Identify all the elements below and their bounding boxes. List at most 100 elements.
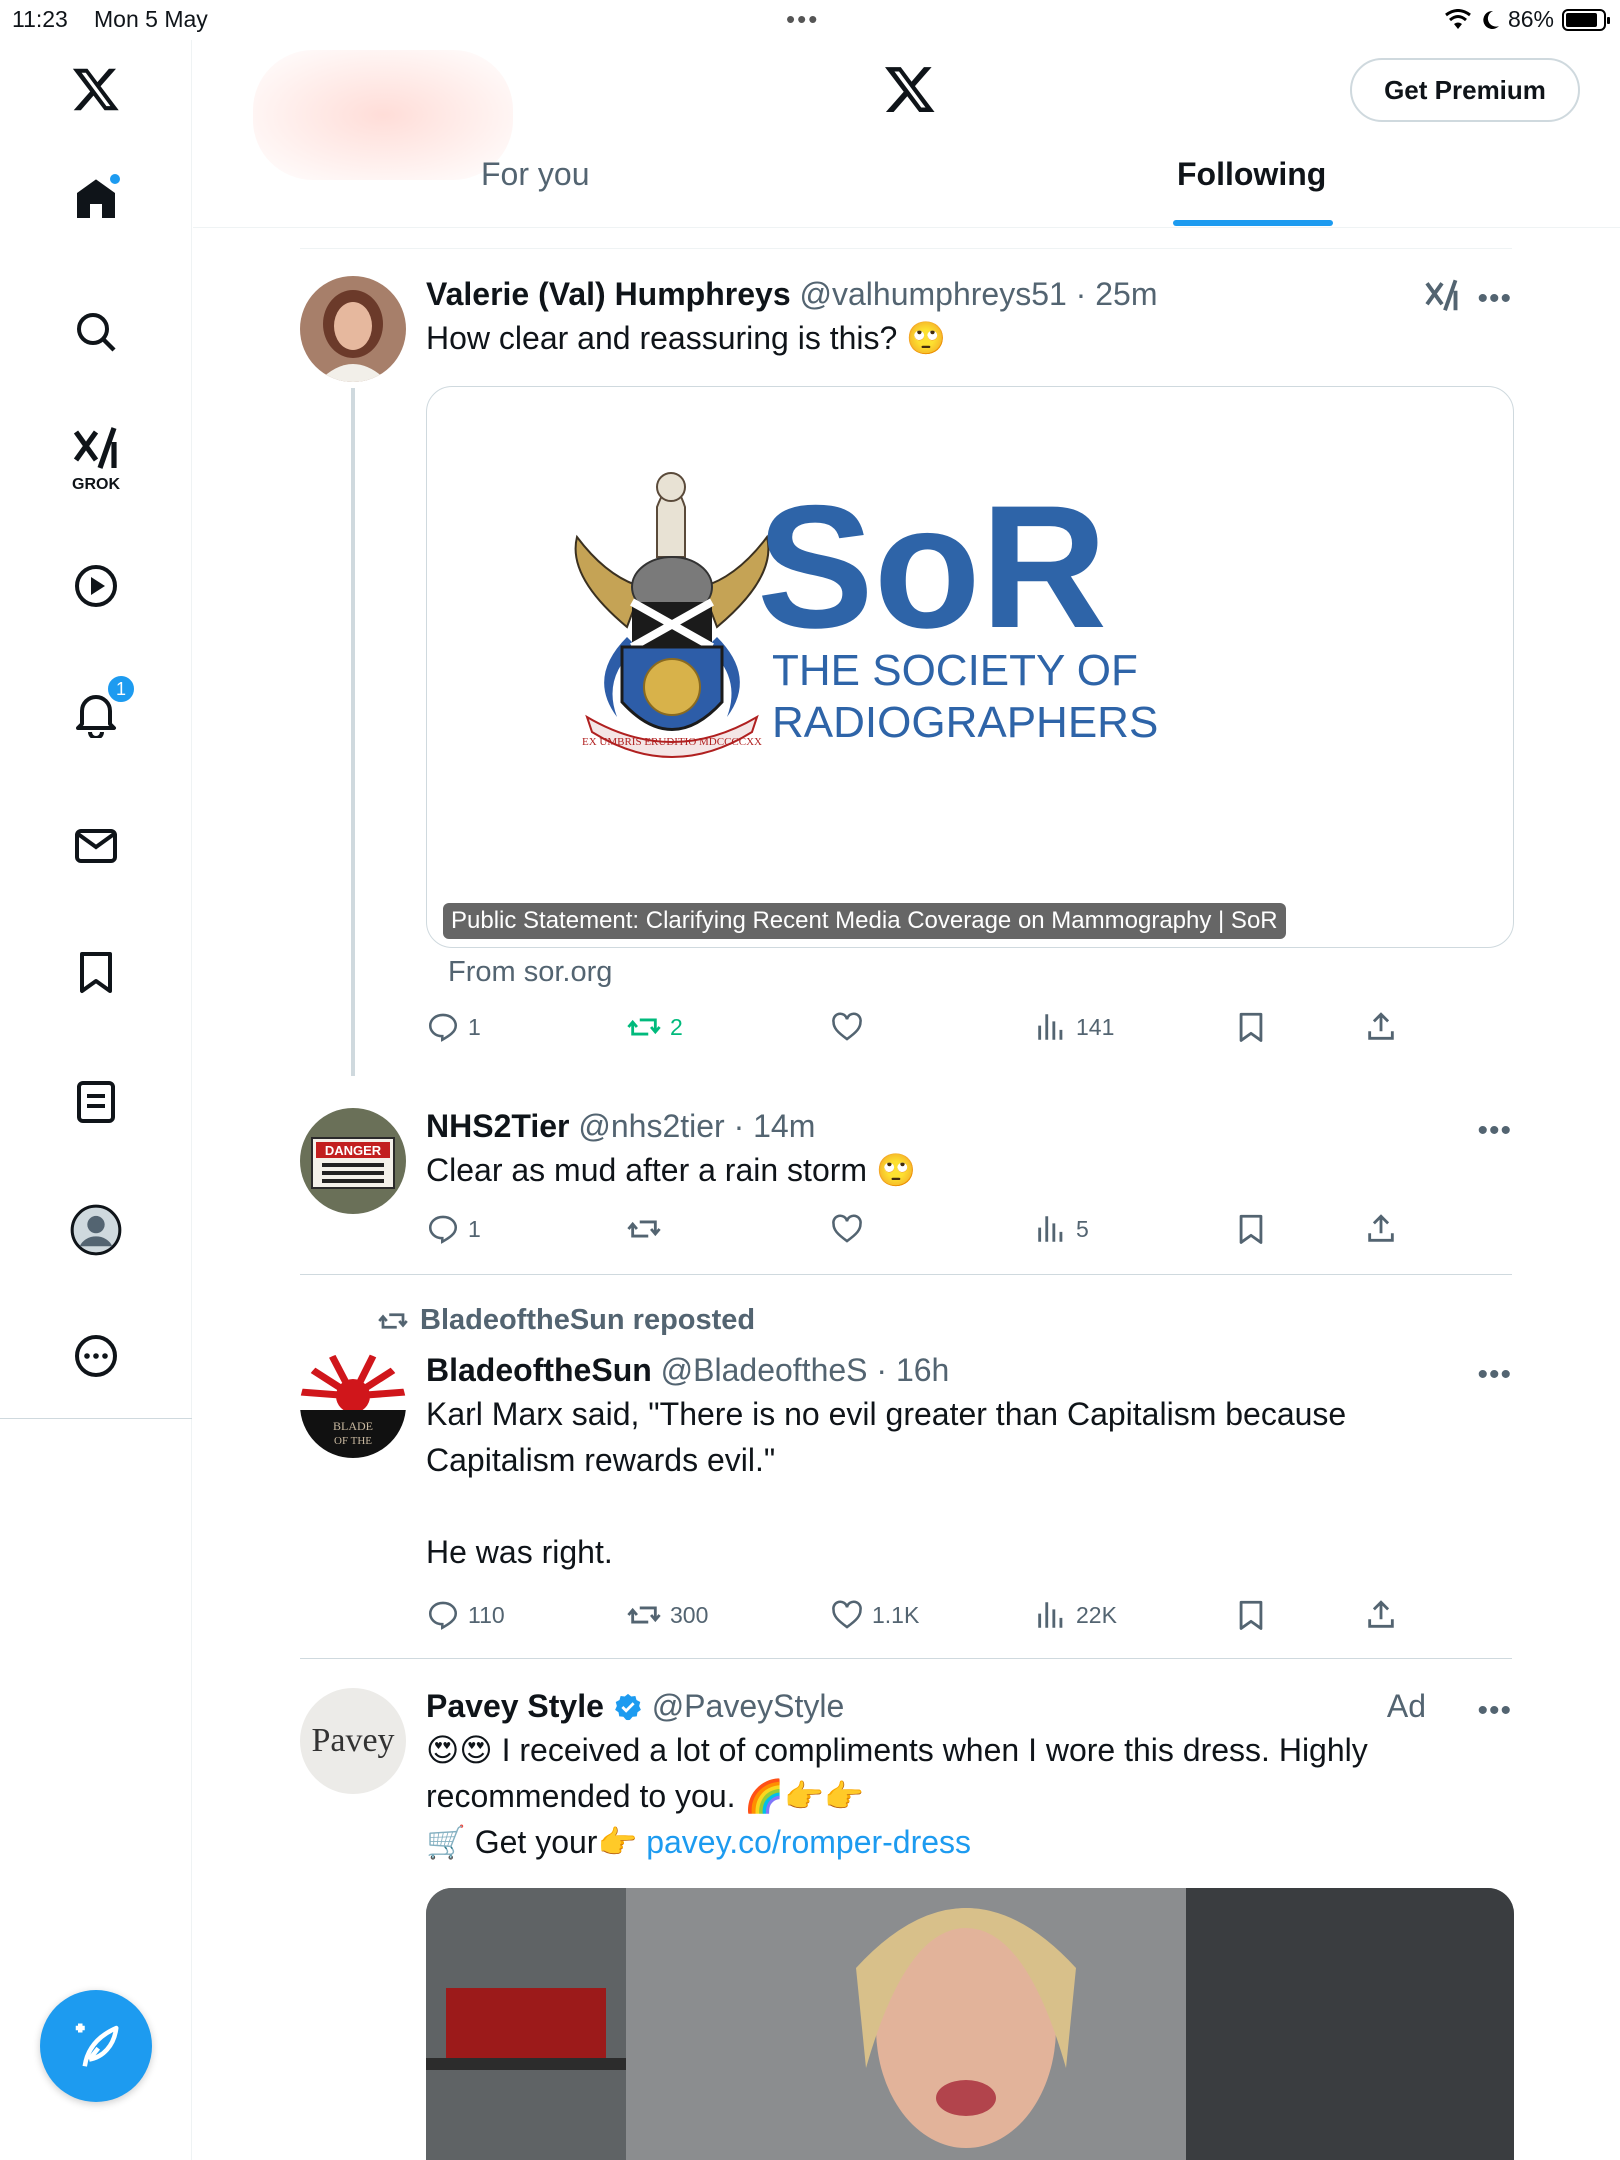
share-button[interactable]	[1364, 1010, 1398, 1044]
repost-context-label: BladeoftheSun reposted	[420, 1304, 756, 1336]
author-name[interactable]: NHS2Tier	[426, 1108, 569, 1144]
post-time[interactable]: 25m	[1095, 276, 1157, 312]
post-time[interactable]: 14m	[753, 1108, 815, 1144]
get-premium-button[interactable]: Get Premium	[1350, 58, 1580, 122]
more-options-icon[interactable]: •••	[1477, 1694, 1512, 1728]
heart-icon	[832, 1012, 862, 1041]
views-button[interactable]: 141	[1034, 1010, 1114, 1044]
ad-video-thumbnail	[426, 1888, 1514, 2160]
more-options-icon[interactable]: •••	[1477, 1358, 1512, 1392]
author-handle[interactable]: @nhs2tier	[578, 1108, 724, 1144]
sidebar-item-grok[interactable]: GROK	[46, 426, 146, 494]
like-button[interactable]	[830, 1010, 872, 1044]
x-logo-icon	[72, 68, 119, 111]
sor-logo-subtitle-2: RADIOGRAPHERS	[772, 698, 1158, 747]
sidebar-item-videos[interactable]	[46, 562, 146, 610]
post-bladeofthesun[interactable]: BLADE OF THE BladeoftheSun @BladeoftheS ·…	[300, 1352, 1512, 1612]
share-button[interactable]	[1364, 1598, 1398, 1632]
more-options-icon[interactable]: •••	[1477, 282, 1512, 316]
views-button[interactable]: 5	[1034, 1212, 1089, 1246]
post-header: NHS2Tier @nhs2tier · 14m	[426, 1108, 816, 1144]
repost-count: 2	[670, 1013, 683, 1040]
link-card[interactable]: EX UMBRIS ERUDITIO MDCCCCXX SoR THE SOCI…	[426, 386, 1514, 948]
avatar[interactable]: DANGER	[300, 1108, 406, 1214]
post-time[interactable]: 16h	[896, 1352, 949, 1388]
repost-context[interactable]: BladeoftheSun reposted	[376, 1304, 755, 1337]
repost-button[interactable]: 2	[626, 1010, 683, 1044]
timeline-header: Get Premium For you Following	[193, 40, 1620, 228]
card-source[interactable]: From sor.org	[448, 956, 612, 989]
sidebar-item-bookmarks[interactable]	[46, 948, 146, 996]
repost-button[interactable]	[626, 1212, 670, 1246]
post-header: BladeoftheSun @BladeoftheS · 16h	[426, 1352, 950, 1388]
avatar-photo: DANGER	[300, 1108, 406, 1214]
author-name[interactable]: Pavey Style	[426, 1688, 604, 1724]
sidebar: GROK 1	[0, 40, 192, 2160]
card-caption: Public Statement: Clarifying Recent Medi…	[443, 903, 1286, 939]
share-button[interactable]	[1364, 1212, 1398, 1246]
svg-text:BLADE: BLADE	[333, 1419, 373, 1433]
repost-button[interactable]: 300	[626, 1598, 708, 1632]
verified-badge-icon	[614, 1693, 641, 1721]
ad-label: Ad	[1386, 1688, 1426, 1724]
post-divider	[300, 1274, 1512, 1275]
avatar[interactable]: Pavey	[300, 1688, 406, 1794]
grok-icon[interactable]	[1424, 278, 1460, 314]
like-button[interactable]: 1.1K	[830, 1598, 919, 1632]
views-button[interactable]: 22K	[1034, 1598, 1117, 1632]
sidebar-item-notifications[interactable]: 1	[46, 674, 146, 738]
post-nhs2tier[interactable]: DANGER NHS2Tier @nhs2tier · 14m Clear as…	[300, 1108, 1512, 1228]
author-name[interactable]: BladeoftheSun	[426, 1352, 652, 1388]
sidebar-x-logo[interactable]	[46, 64, 146, 114]
bookmark-icon	[1239, 1012, 1263, 1042]
author-handle[interactable]: @PaveyStyle	[652, 1688, 845, 1724]
bookmark-button[interactable]	[1234, 1212, 1268, 1246]
author-handle[interactable]: @BladeoftheS	[661, 1352, 868, 1388]
multitasking-dots-icon[interactable]: •••	[786, 4, 819, 35]
repost-count: 300	[670, 1601, 709, 1628]
views-chart-icon	[1038, 1014, 1063, 1040]
ad-link[interactable]: pavey.co/romper-dress	[646, 1824, 971, 1860]
compose-post-button[interactable]	[40, 1990, 152, 2102]
reply-button[interactable]: 1	[426, 1010, 481, 1044]
sidebar-item-profile[interactable]	[46, 1204, 146, 1256]
tab-for-you[interactable]: For you	[481, 156, 589, 193]
sidebar-item-messages[interactable]	[46, 822, 146, 870]
sor-logo-subtitle-1: THE SOCIETY OF	[772, 646, 1138, 695]
compose-feather-icon	[75, 2023, 119, 2067]
reply-icon	[428, 1601, 458, 1630]
avatar[interactable]: BLADE OF THE	[300, 1352, 406, 1458]
share-icon	[1368, 1600, 1394, 1628]
post-text-line-2: recommended to you. 🌈👉👉	[426, 1778, 864, 1814]
thread-connector	[351, 388, 355, 1076]
play-icon	[75, 565, 117, 607]
author-handle[interactable]: @valhumphreys51	[800, 276, 1067, 312]
bookmark-button[interactable]	[1234, 1010, 1268, 1044]
grok-icon	[73, 427, 117, 469]
x-logo-icon	[885, 67, 935, 112]
author-name[interactable]: Valerie (Val) Humphreys	[426, 276, 791, 312]
sidebar-item-articles[interactable]	[46, 1078, 146, 1126]
post-paveystyle-ad[interactable]: Pavey Pavey Style @PaveyStyle 😍😍 I recei…	[300, 1688, 1512, 1878]
status-time: 11:23	[12, 6, 68, 32]
like-button[interactable]	[830, 1212, 872, 1246]
views-count: 141	[1076, 1013, 1115, 1040]
sor-motto: EX UMBRIS ERUDITIO MDCCCCXX	[582, 736, 762, 748]
post-text-line-2: Capitalism rewards evil."	[426, 1442, 776, 1478]
cta-prefix: 🛒 Get your👉	[426, 1824, 647, 1860]
sidebar-item-search[interactable]	[46, 308, 146, 356]
avatar[interactable]	[300, 276, 406, 382]
status-right: 86%	[1444, 6, 1610, 33]
tab-following[interactable]: Following	[1177, 156, 1326, 193]
bookmark-button[interactable]	[1234, 1598, 1268, 1632]
reply-button[interactable]: 1	[426, 1212, 481, 1246]
reply-button[interactable]: 110	[426, 1598, 505, 1632]
sidebar-item-home[interactable]	[46, 172, 146, 224]
share-icon	[1368, 1214, 1394, 1242]
post-text: Clear as mud after a rain storm 🙄	[426, 1152, 916, 1188]
more-options-icon[interactable]: •••	[1477, 1114, 1512, 1148]
ad-video-media[interactable]	[426, 1888, 1514, 2160]
post-text-line-3: 🛒 Get your👉 pavey.co/romper-dress	[426, 1819, 1512, 1865]
sidebar-item-more[interactable]	[46, 1332, 146, 1380]
repost-icon	[378, 1312, 408, 1329]
